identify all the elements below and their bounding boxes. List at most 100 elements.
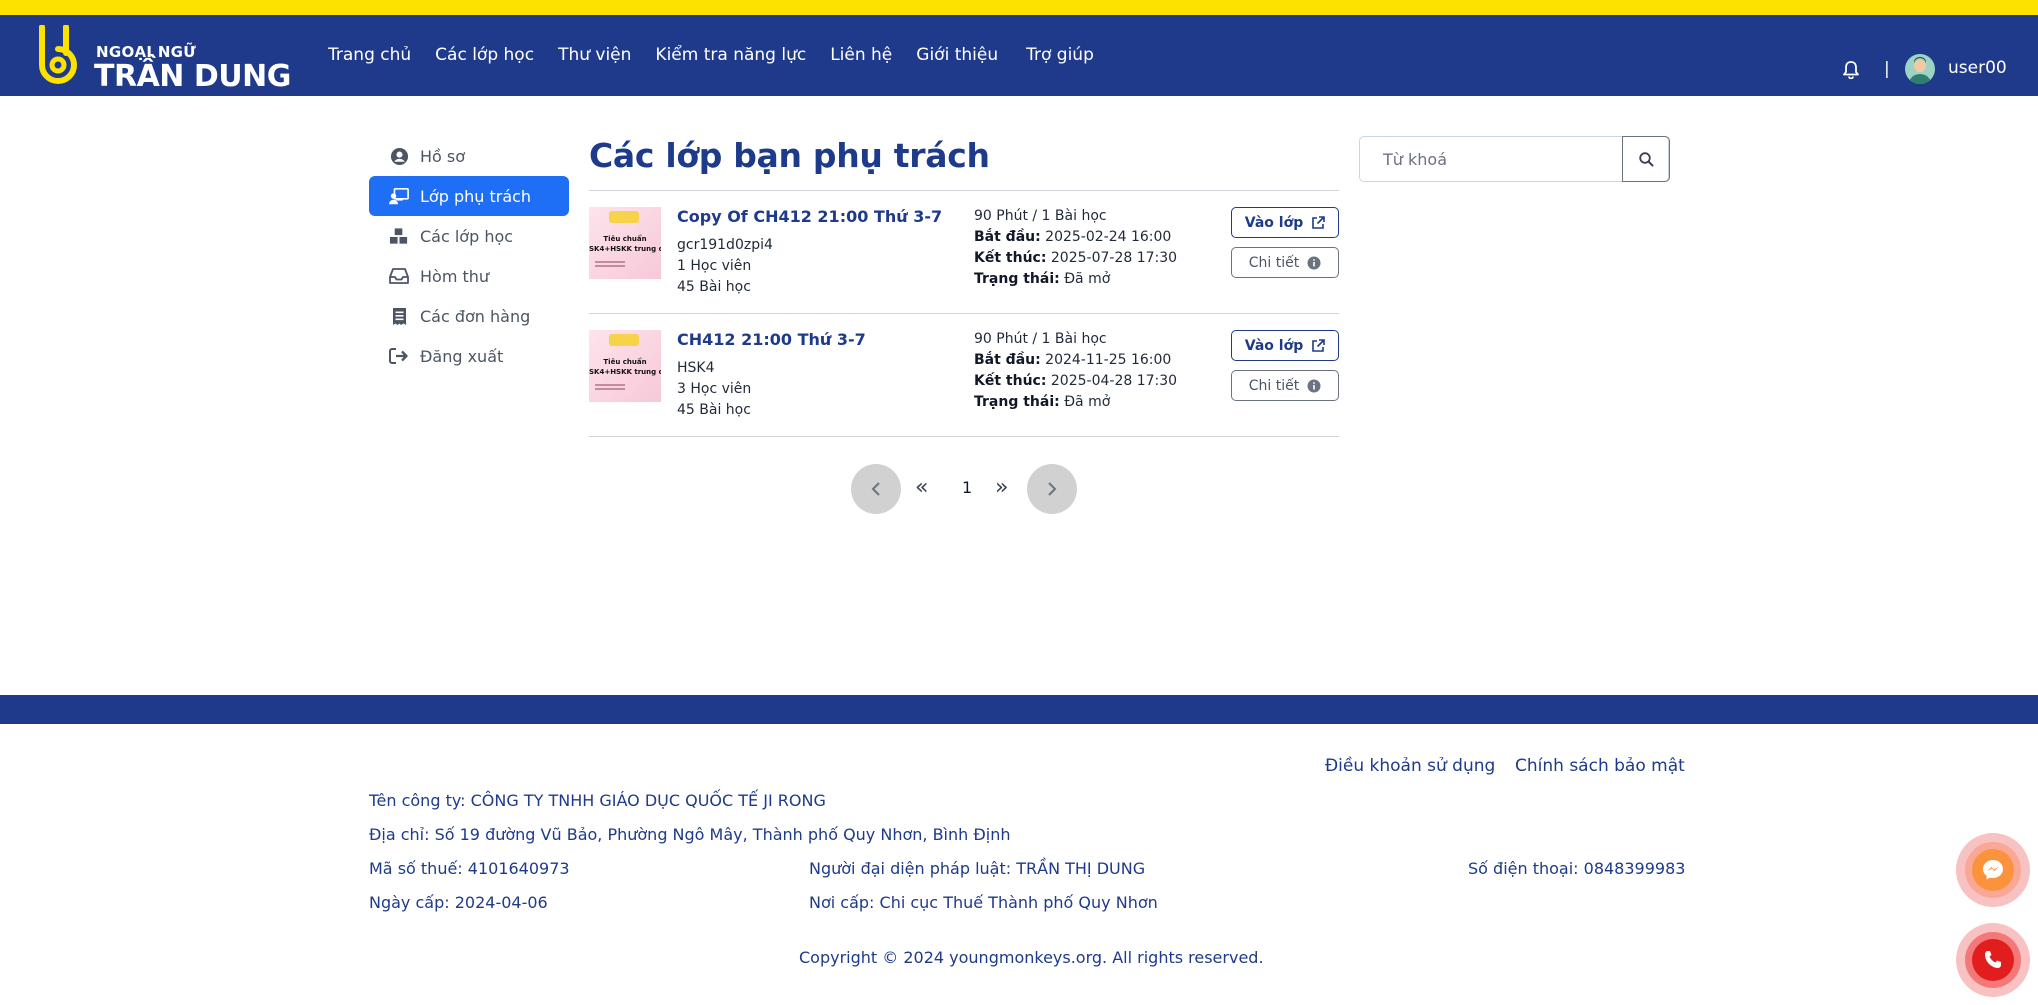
class-start: Bắt đầu: 2024-11-25 16:00 (974, 352, 1172, 368)
bell-icon[interactable] (1843, 61, 1859, 83)
last-page-button[interactable]: » (995, 475, 1008, 500)
class-end: Kết thúc: 2025-04-28 17:30 (974, 373, 1178, 389)
sidebar-item-label: Lớp phụ trách (420, 186, 532, 206)
class-students: 1 Học viên (677, 258, 752, 274)
nav-home[interactable]: Trang chủ (328, 45, 411, 69)
pagination: « 1 » (851, 464, 1077, 514)
current-page[interactable]: 1 (962, 478, 972, 497)
search-input[interactable] (1360, 137, 1622, 181)
class-row: Tiêu chuẩn SK4+HSKK trung cấ CH412 21:00… (589, 314, 1339, 437)
class-end: Kết thúc: 2025-07-28 17:30 (974, 250, 1178, 266)
receipt-icon (389, 306, 409, 326)
chevron-right-icon (1048, 482, 1057, 496)
phone-icon (1985, 951, 2001, 968)
user-circle-icon (389, 146, 409, 166)
sidebar-item-inbox[interactable]: Hòm thư (369, 256, 569, 296)
page-title: Các lớp bạn phụ trách (589, 136, 990, 175)
sidebar-item-logout[interactable]: Đăng xuất (369, 336, 569, 376)
sidebar-item-label: Hồ sơ (420, 146, 466, 166)
class-detail-button[interactable]: Chi tiết (1231, 247, 1339, 278)
class-start: Bắt đầu: 2025-02-24 16:00 (974, 229, 1172, 245)
class-duration: 90 Phút / 1 Bài học (974, 331, 1107, 347)
nav-assessment[interactable]: Kiểm tra năng lực (655, 45, 806, 69)
thumbnail-caption: SK4+HSKK trung cấ (589, 245, 661, 253)
search-icon (1638, 151, 1653, 166)
next-page-button[interactable] (1027, 464, 1077, 514)
nav-help[interactable]: Trợ giúp (1026, 45, 1094, 69)
class-status: Trạng thái: Đã mở (974, 271, 1111, 287)
messenger-button[interactable] (1956, 833, 2030, 907)
sidebar-item-classes[interactable]: Các lớp học (369, 216, 569, 256)
avatar[interactable] (1905, 54, 1935, 84)
nav-about[interactable]: Giới thiệu (916, 45, 998, 69)
sign-out-icon (389, 346, 409, 366)
copyright: Copyright © 2024 youngmonkeys.org. All r… (799, 948, 1264, 967)
sidebar: Hồ sơ Lớp phụ trách Các lớp học Hòm thư … (369, 136, 569, 376)
external-link-icon (1312, 215, 1326, 229)
top-accent-stripe (0, 0, 2038, 15)
external-link-icon (1312, 338, 1326, 352)
phone-call-button[interactable] (1956, 923, 2030, 997)
username[interactable]: user00 (1948, 58, 2007, 78)
enter-class-button[interactable]: Vào lớp (1231, 207, 1339, 238)
class-name[interactable]: CH412 21:00 Thứ 3-7 (677, 330, 866, 349)
sidebar-item-profile[interactable]: Hồ sơ (369, 136, 569, 176)
class-students: 3 Học viên (677, 381, 752, 397)
class-name[interactable]: Copy Of CH412 21:00 Thứ 3-7 (677, 207, 942, 226)
class-row: Tiêu chuẩn SK4+HSKK trung cấ Copy Of CH4… (589, 191, 1339, 314)
search-button[interactable] (1622, 136, 1670, 182)
legal-representative: Người đại diện pháp luật: TRẦN THỊ DUNG (809, 859, 1146, 878)
issue-place: Nơi cấp: Chi cục Thuế Thành phố Quy Nhơn (809, 893, 1158, 912)
header-separator: | (1884, 59, 1890, 79)
class-lessons: 45 Bài học (677, 402, 751, 418)
class-thumbnail[interactable]: Tiêu chuẩn SK4+HSKK trung cấ (589, 330, 661, 402)
prev-page-button[interactable] (851, 464, 901, 514)
info-icon (1307, 256, 1321, 269)
sidebar-item-label: Đăng xuất (420, 346, 504, 366)
header: NGOẠI NGỮ TRẦN DUNG Trang chủ Các lớp họ… (0, 15, 2038, 96)
class-code: HSK4 (677, 360, 715, 376)
thumbnail-logo-icon (609, 211, 639, 223)
chalkboard-teacher-icon (389, 186, 409, 206)
inbox-icon (389, 266, 409, 286)
logo-mark-icon (39, 25, 78, 84)
class-thumbnail[interactable]: Tiêu chuẩn SK4+HSKK trung cấ (589, 207, 661, 279)
info-icon (1307, 379, 1321, 392)
sidebar-item-label: Các đơn hàng (420, 306, 531, 326)
issue-date: Ngày cấp: 2024-04-06 (369, 893, 548, 912)
main-content: Các lớp bạn phụ trách Tiêu chuẩn SK4+HSK… (589, 128, 1339, 437)
company-address: Địa chỉ: Số 19 đường Vũ Bảo, Phường Ngô … (369, 825, 1011, 844)
nav-library[interactable]: Thư viện (558, 45, 631, 69)
main-nav: Trang chủ Các lớp học Thư viện Kiểm tra … (328, 45, 1094, 69)
brand-logo[interactable]: NGOẠI NGỮ TRẦN DUNG (36, 25, 296, 94)
company-name: Tên công ty: CÔNG TY TNHH GIÁO DỤC QUỐC … (369, 791, 826, 810)
footer-band (0, 695, 2038, 724)
class-lessons: 45 Bài học (677, 279, 751, 295)
sidebar-item-label: Các lớp học (420, 226, 514, 246)
phone-number: Số điện thoại: 0848399983 (1468, 859, 1686, 878)
sidebar-item-orders[interactable]: Các đơn hàng (369, 296, 569, 336)
terms-link[interactable]: Điều khoản sử dụng (1325, 756, 1495, 776)
first-page-button[interactable]: « (915, 475, 928, 500)
sidebar-item-label: Hòm thư (420, 266, 490, 286)
thumbnail-caption-top: Tiêu chuẩn (603, 358, 647, 366)
enter-class-button[interactable]: Vào lớp (1231, 330, 1339, 361)
sidebar-item-my-classes[interactable]: Lớp phụ trách (369, 176, 569, 216)
thumbnail-caption: SK4+HSKK trung cấ (589, 368, 661, 376)
class-detail-button[interactable]: Chi tiết (1231, 370, 1339, 401)
privacy-link[interactable]: Chính sách bảo mật (1515, 756, 1685, 776)
class-duration: 90 Phút / 1 Bài học (974, 208, 1107, 224)
messenger-icon (1983, 860, 2003, 880)
thumbnail-logo-icon (609, 334, 639, 346)
brand-big-text: TRẦN DUNG (94, 59, 291, 94)
class-code: gcr191d0zpi4 (677, 237, 773, 253)
chevron-left-icon (871, 482, 880, 496)
cubes-icon (389, 226, 409, 246)
thumbnail-caption-top: Tiêu chuẩn (603, 235, 647, 243)
class-status: Trạng thái: Đã mở (974, 394, 1111, 410)
nav-classes[interactable]: Các lớp học (435, 45, 534, 69)
user-avatar-icon (1909, 57, 1931, 84)
search-box (1359, 136, 1670, 182)
nav-contact[interactable]: Liên hệ (830, 45, 892, 69)
footer: Điều khoản sử dụng Chính sách bảo mật Tê… (0, 724, 2038, 1005)
